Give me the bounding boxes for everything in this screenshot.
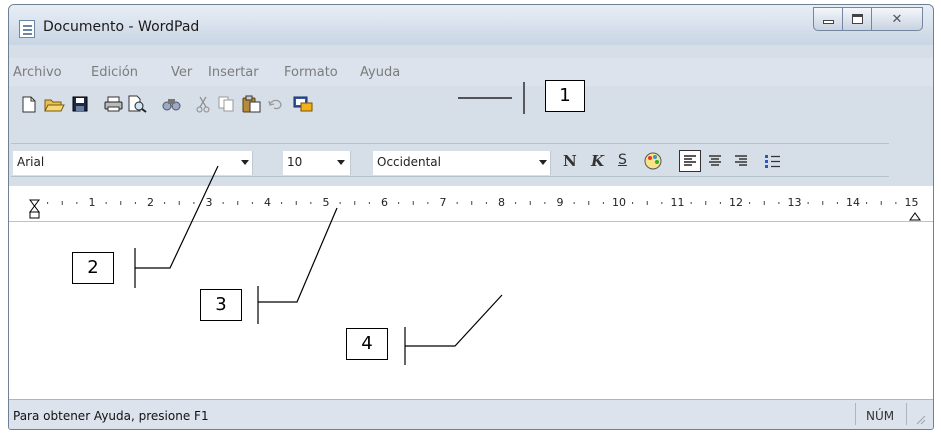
close-button[interactable]: ✕ xyxy=(871,7,923,31)
menu-ayuda[interactable]: Ayuda xyxy=(360,65,400,80)
maximize-button[interactable] xyxy=(842,7,872,31)
callout-4: 4 xyxy=(346,328,388,360)
ruler-number: 10 xyxy=(612,196,626,209)
find-icon[interactable] xyxy=(161,95,181,113)
insert-object-icon[interactable] xyxy=(293,95,313,113)
menu-formato[interactable]: Formato xyxy=(284,65,338,80)
standard-toolbar xyxy=(11,87,483,121)
format-bar: Arial 10 Occidental N K S xyxy=(11,143,889,177)
cut-icon[interactable] xyxy=(195,95,211,113)
italic-button[interactable]: K xyxy=(591,152,604,170)
wordpad-window: Documento - WordPad ✕ Archivo Edición Ve… xyxy=(8,4,934,430)
ruler-number: 3 xyxy=(205,196,213,209)
ruler-number: 7 xyxy=(439,196,447,209)
maximize-icon xyxy=(851,14,863,24)
align-right-icon[interactable] xyxy=(733,153,749,169)
bullets-icon[interactable] xyxy=(763,153,781,169)
print-preview-icon[interactable] xyxy=(127,95,147,113)
script-value: Occidental xyxy=(377,155,441,169)
close-icon: ✕ xyxy=(891,11,903,27)
menu-archivo[interactable]: Archivo xyxy=(13,65,62,80)
resize-grip-icon[interactable] xyxy=(913,412,927,426)
callout-2: 2 xyxy=(72,252,114,284)
menu-edicion[interactable]: Edición xyxy=(91,65,138,80)
document-editor[interactable] xyxy=(9,222,933,399)
wordpad-app-icon[interactable] xyxy=(19,20,35,38)
chevron-down-icon[interactable] xyxy=(241,160,249,165)
ruler-number: 11 xyxy=(670,196,685,209)
ruler-number: 2 xyxy=(147,196,154,209)
status-bar: Para obtener Ayuda, presione F1 NÚM xyxy=(9,399,933,429)
callout-1: 1 xyxy=(545,80,585,112)
align-center-icon[interactable] xyxy=(707,153,723,169)
ruler-number: 14 xyxy=(846,196,860,209)
title-bar[interactable]: Documento - WordPad ✕ xyxy=(9,5,933,45)
minimize-icon xyxy=(822,20,834,24)
menu-bar: Archivo Edición Ver Insertar Formato Ayu… xyxy=(9,58,933,86)
underline-button[interactable]: S xyxy=(618,152,627,168)
align-left-icon[interactable] xyxy=(679,150,701,172)
status-help-text: Para obtener Ayuda, presione F1 xyxy=(13,409,209,423)
undo-icon[interactable] xyxy=(267,95,283,113)
left-indent-marker-icon[interactable] xyxy=(29,199,41,223)
ruler-number: 5 xyxy=(322,196,330,209)
font-name-select[interactable]: Arial xyxy=(13,151,253,175)
ruler-number: 9 xyxy=(556,196,564,209)
ruler-number: 1 xyxy=(88,196,96,209)
color-icon[interactable] xyxy=(643,151,663,171)
chevron-down-icon[interactable] xyxy=(337,160,345,165)
menu-ver[interactable]: Ver xyxy=(171,65,192,80)
font-size-select[interactable]: 10 xyxy=(283,151,351,175)
window-title: Documento - WordPad xyxy=(43,19,200,35)
font-name-value: Arial xyxy=(17,155,45,169)
ruler-number: 12 xyxy=(729,196,743,209)
menu-insertar[interactable]: Insertar xyxy=(208,65,259,80)
font-size-value: 10 xyxy=(287,155,303,169)
ruler[interactable]: 1 2 3 4 5 6 7 8 9 10 11 12 13 14 15 xyxy=(9,186,933,222)
paste-icon[interactable] xyxy=(241,95,261,113)
save-icon[interactable] xyxy=(71,95,89,113)
script-select[interactable]: Occidental xyxy=(373,151,551,175)
chevron-down-icon[interactable] xyxy=(539,160,547,165)
num-lock-indicator: NÚM xyxy=(855,403,907,425)
num-lock-label: NÚM xyxy=(866,409,895,423)
ruler-number: 8 xyxy=(498,196,505,209)
copy-icon[interactable] xyxy=(217,95,235,113)
callout-3: 3 xyxy=(200,289,242,321)
print-icon[interactable] xyxy=(103,95,123,113)
minimize-button[interactable] xyxy=(813,7,843,31)
new-document-icon[interactable] xyxy=(21,95,37,113)
ruler-number: 6 xyxy=(381,196,388,209)
bold-button[interactable]: N xyxy=(563,152,577,170)
open-folder-icon[interactable] xyxy=(43,95,65,113)
ruler-number: 13 xyxy=(787,196,802,209)
ruler-number: 4 xyxy=(264,196,271,209)
